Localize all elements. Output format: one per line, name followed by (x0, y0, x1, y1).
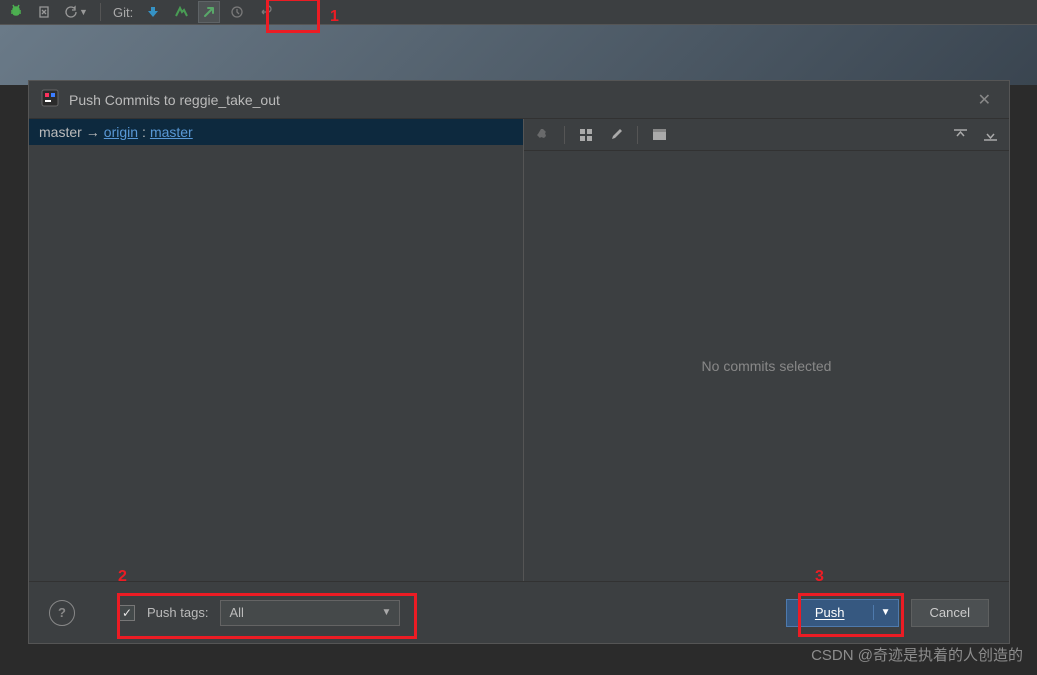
dialog-title: Push Commits to reggie_take_out (69, 92, 280, 108)
expand-icon[interactable] (947, 123, 973, 147)
push-tags-dropdown[interactable]: All ▼ (220, 600, 400, 626)
arrow-icon: → (86, 124, 100, 140)
grid-icon[interactable] (573, 123, 599, 147)
annotation-number-3: 3 (815, 568, 824, 586)
git-revert-icon[interactable] (254, 1, 276, 23)
bug-icon[interactable] (5, 1, 27, 23)
commits-toolbar (524, 119, 1009, 151)
git-push-icon[interactable] (198, 1, 220, 23)
edit-icon[interactable] (603, 123, 629, 147)
branches-pane: master → origin : master (29, 119, 524, 581)
push-dropdown-icon[interactable]: ▼ (874, 607, 898, 618)
branch-mapping-row[interactable]: master → origin : master (29, 119, 523, 145)
toolbar-separator (564, 126, 565, 144)
toolbar-separator (637, 126, 638, 144)
stop-icon[interactable] (33, 1, 55, 23)
cancel-label: Cancel (930, 605, 970, 620)
local-branch: master (39, 124, 82, 140)
annotation-number-1: 1 (330, 8, 339, 26)
dialog-footer: ? ✓ Push tags: All ▼ Push ▼ Cancel (29, 581, 1009, 643)
close-icon[interactable]: ✕ (972, 86, 997, 114)
branch-sep: : (142, 124, 146, 140)
git-history-icon[interactable] (226, 1, 248, 23)
toolbar-separator (100, 3, 101, 21)
help-button[interactable]: ? (49, 600, 75, 626)
target-branch-link[interactable]: master (150, 124, 193, 140)
background-gradient (0, 25, 1037, 85)
collapse-icon[interactable] (977, 123, 1003, 147)
chevron-down-icon: ▼ (382, 607, 392, 618)
intellij-icon (41, 89, 59, 110)
git-label: Git: (110, 5, 136, 20)
refresh-icon[interactable]: ▼ (61, 1, 91, 23)
dialog-body: master → origin : master (29, 119, 1009, 581)
preview-icon[interactable] (646, 123, 672, 147)
push-tags-checkbox[interactable]: ✓ (119, 605, 135, 621)
push-tags-label: Push tags: (147, 605, 208, 620)
main-toolbar: ▼ Git: (0, 0, 1037, 25)
push-dialog: Push Commits to reggie_take_out ✕ master… (28, 80, 1010, 644)
commits-pane: No commits selected (524, 119, 1009, 581)
pin-icon[interactable] (530, 123, 556, 147)
dialog-titlebar: Push Commits to reggie_take_out ✕ (29, 81, 1009, 119)
git-commit-icon[interactable] (170, 1, 192, 23)
watermark: CSDN @奇迹是执着的人创造的 (811, 644, 1023, 665)
annotation-number-2: 2 (118, 568, 127, 586)
git-pull-icon[interactable] (142, 1, 164, 23)
push-button-label: Push (787, 605, 874, 620)
commits-placeholder: No commits selected (524, 151, 1009, 581)
push-button[interactable]: Push ▼ (786, 599, 899, 627)
dropdown-value: All (229, 605, 243, 620)
remote-link[interactable]: origin (104, 124, 138, 140)
cancel-button[interactable]: Cancel (911, 599, 989, 627)
